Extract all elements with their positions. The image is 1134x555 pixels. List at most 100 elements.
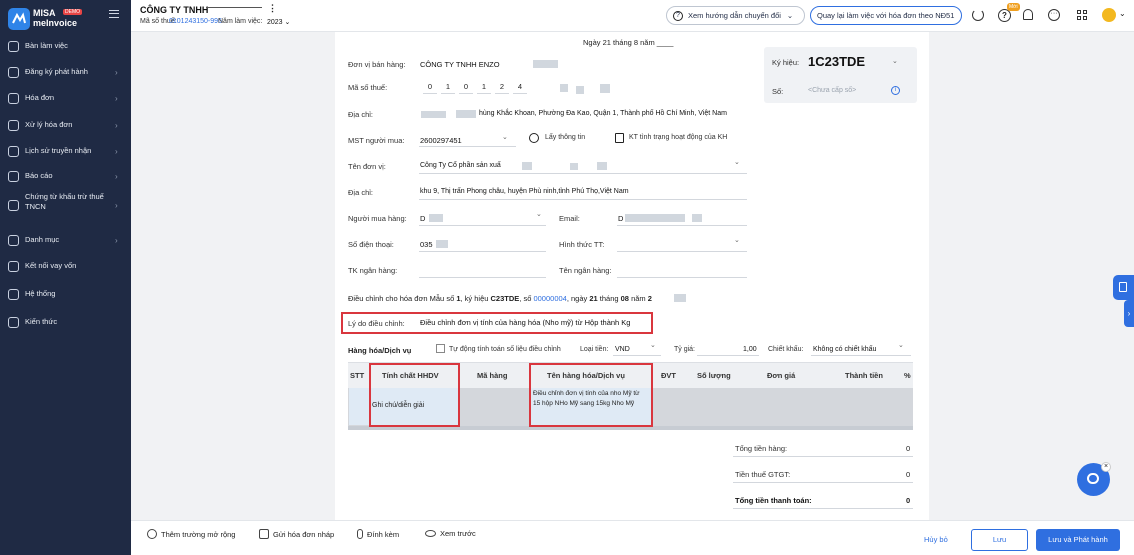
refresh-icon[interactable] [972, 9, 984, 21]
globe-icon[interactable] [529, 133, 539, 143]
year-select[interactable]: 2023 ⌄ [267, 18, 290, 26]
auto-calc-checkbox[interactable] [436, 344, 445, 353]
sidebar-item-label: Xử lý hóa đơn [25, 120, 73, 129]
symbol-value[interactable]: 1C23TDE [808, 54, 865, 69]
buyer-tax-input[interactable]: 2600297451 [420, 136, 462, 145]
invoice-icon [8, 92, 19, 104]
sidebar-item-0[interactable]: Bàn làm việc [0, 35, 131, 57]
rate-label: Tỷ giá: [674, 346, 696, 353]
brand-name: MISA [33, 8, 56, 18]
discount-select[interactable]: Không có chiết khấu [813, 346, 876, 353]
invoice-number-field[interactable]: <Chưa cấp số> [808, 87, 856, 94]
apps-grid-icon[interactable] [1077, 10, 1088, 21]
send-draft-button[interactable]: Gửi hóa đơn nháp [259, 529, 334, 539]
sidebar-item-5[interactable]: Báo cáo › [0, 165, 131, 187]
discount-label: Chiết khấu: [768, 346, 804, 353]
bank-account-input[interactable] [419, 277, 546, 278]
tax-doc-icon [8, 199, 19, 211]
loan-icon [8, 260, 19, 272]
bank-account-label: TK ngân hàng: [348, 266, 398, 275]
chevron-right-icon: › [115, 200, 118, 210]
chevron-down-icon[interactable]: ⌄ [734, 158, 740, 166]
user-avatar[interactable] [1102, 8, 1116, 22]
year-label: Năm làm việc: [218, 18, 263, 25]
chevron-down-icon[interactable]: ⌄ [650, 341, 656, 349]
currency-select[interactable]: VND [615, 346, 630, 353]
total-value: 0 [906, 496, 911, 505]
chat-bubble-icon[interactable]: ··· [1048, 9, 1060, 21]
unit-name-input[interactable]: Công Ty Cổ phần sản xuấ [420, 162, 501, 169]
report-icon [8, 170, 19, 182]
total-label: Tiền thuế GTGT: [735, 470, 791, 479]
lookup-info-button[interactable]: Lấy thông tin [545, 134, 585, 141]
top-header: CÔNG TY TNHH ⋮ Mã số thuế: 0101243150-99… [131, 0, 1134, 32]
chevron-down-icon[interactable]: ⌄ [1119, 9, 1126, 18]
close-icon[interactable]: × [1101, 462, 1111, 472]
buyer-name-input[interactable]: D [420, 214, 425, 223]
back-to-nd51-button[interactable]: Quay lại làm việc với hóa đơn theo NĐ51 [810, 6, 962, 25]
more-vert-icon[interactable]: ⋮ [268, 3, 277, 14]
sidebar-item-10[interactable]: Kiến thức [0, 311, 131, 333]
column-header: Số lượng [697, 371, 731, 380]
attach-label: Đính kèm [367, 529, 400, 539]
save-and-issue-button[interactable]: Lưu và Phát hành [1036, 529, 1120, 551]
notification-bell-icon[interactable] [1023, 9, 1033, 20]
check-status-button[interactable]: KT tình trạng hoạt động của KH [629, 134, 727, 141]
chevron-down-icon[interactable]: ⌄ [892, 57, 898, 65]
chevron-down-icon[interactable]: ⌄ [536, 210, 542, 218]
email-input[interactable]: D [618, 214, 623, 223]
cancel-button[interactable]: Hủy bỏ [924, 535, 948, 544]
chevron-down-icon[interactable]: ⌄ [734, 236, 740, 244]
bank-name-input[interactable] [617, 277, 747, 278]
sidebar-item-6[interactable]: Chứng từ khấu trừ thuế TNCN › [0, 192, 131, 218]
chevron-right-icon[interactable]: › [1124, 300, 1134, 327]
side-document-icon[interactable] [1113, 275, 1134, 300]
desktop-icon [8, 40, 19, 52]
buyer-address-input[interactable]: khu 9, Thị trấn Phong châu, huyện Phù ni… [420, 188, 629, 195]
save-button[interactable]: Lưu [971, 529, 1028, 551]
sidebar-item-label: Kiến thức [25, 317, 58, 326]
reason-input[interactable]: Điều chỉnh đơn vị tính của hàng hóa (Nho… [420, 318, 630, 327]
brand-product: meInvoice [33, 18, 78, 28]
sidebar-item-2[interactable]: Hóa đơn › [0, 87, 131, 109]
gear-icon [147, 529, 157, 539]
send-draft-label: Gửi hóa đơn nháp [273, 529, 335, 539]
chevron-right-icon: › [115, 120, 118, 130]
column-header: STT [350, 371, 365, 380]
rate-input[interactable]: 1,00 [743, 346, 757, 353]
phone-input[interactable]: 035 [420, 240, 433, 249]
invoice-date: Ngày 21 tháng 8 năm ____ [583, 38, 674, 47]
seller-address-label: Địa chỉ: [348, 110, 374, 119]
chevron-down-icon[interactable]: ⌄ [502, 133, 508, 141]
sidebar-item-1[interactable]: Đăng ký phát hành › [0, 61, 131, 83]
company-name: CÔNG TY TNHH [140, 5, 209, 15]
register-icon [8, 66, 19, 78]
auto-calc-label: Tự động tính toán số liệu điều chỉnh [449, 346, 561, 353]
payment-method-select[interactable] [617, 251, 747, 252]
sidebar: MISA DEMO meInvoice Bàn làm việc Đăng ký … [0, 0, 131, 555]
column-header: Mã hàng [477, 371, 508, 380]
sidebar-item-9[interactable]: Hệ thống [0, 283, 131, 305]
settings-icon [8, 288, 19, 300]
preview-button[interactable]: Xem trước [425, 529, 476, 538]
hamburger-menu-icon[interactable] [109, 10, 119, 18]
sidebar-item-3[interactable]: Xử lý hóa đơn › [0, 114, 131, 136]
chevron-down-icon[interactable]: ⌄ [898, 341, 904, 349]
info-icon[interactable]: i [891, 86, 900, 95]
sidebar-item-8[interactable]: Kết nối vay vốn [0, 255, 131, 277]
sidebar-item-7[interactable]: Danh mục › [0, 229, 131, 251]
sidebar-item-label: Danh mục [25, 235, 60, 244]
currency-label: Loại tiền: [580, 346, 609, 353]
building-check-icon[interactable] [615, 133, 624, 143]
attach-button[interactable]: Đính kèm [357, 529, 399, 539]
email-label: Email: [559, 214, 580, 223]
sidebar-item-label: Đăng ký phát hành [25, 67, 88, 76]
conversion-guide-button[interactable]: ? Xem hướng dẫn chuyển đổi ⌄ [666, 6, 805, 25]
sidebar-item-4[interactable]: Lịch sử truyền nhận › [0, 140, 131, 162]
chevron-down-icon: ⌄ [786, 11, 794, 20]
paperclip-icon [357, 529, 363, 539]
help-circle-icon: ? [673, 10, 683, 21]
phone-label: Số điện thoại: [348, 240, 394, 249]
extend-fields-button[interactable]: Thêm trường mở rộng [147, 529, 235, 539]
column-header: Thành tiền [845, 371, 883, 380]
